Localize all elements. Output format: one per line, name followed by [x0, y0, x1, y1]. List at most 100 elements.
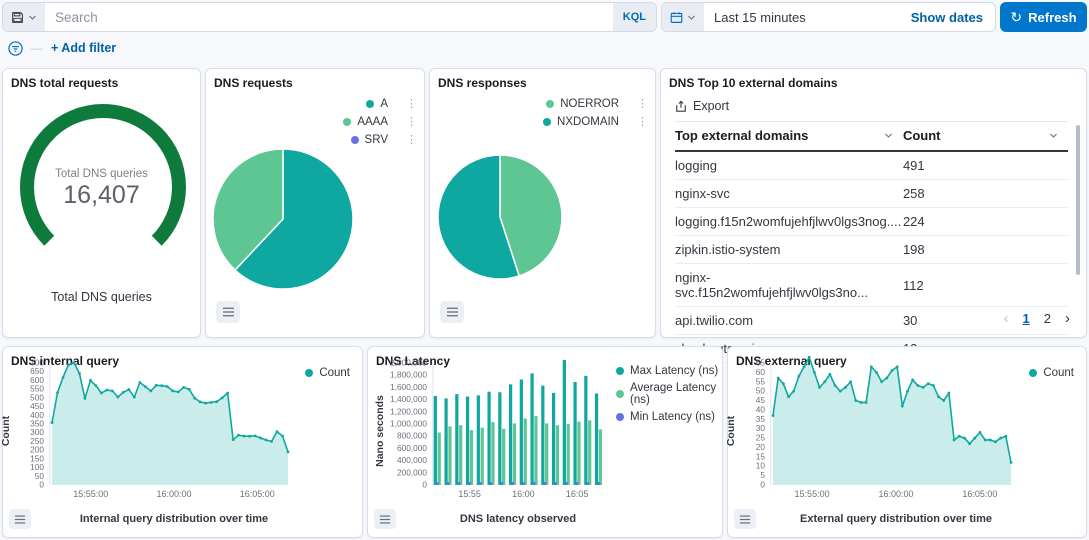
pagination-page-1[interactable]: 1 [1023, 311, 1030, 326]
show-dates-button[interactable]: Show dates [899, 3, 995, 31]
cell-domain[interactable]: api.twilio.com [675, 307, 903, 335]
svg-text:50: 50 [756, 386, 766, 396]
svg-text:300: 300 [30, 427, 44, 437]
svg-text:45: 45 [756, 395, 766, 405]
cell-domain[interactable]: logging.f15n2womfujehfjlwv0lgs3nog.... [675, 208, 903, 236]
table-scrollbar[interactable] [1076, 125, 1080, 275]
svg-text:60: 60 [756, 367, 766, 377]
refresh-button[interactable]: ↻ Refresh [1000, 2, 1087, 32]
panel-dns-total-requests: DNS total requests Total DNS queries 16,… [2, 68, 201, 338]
svg-text:55: 55 [756, 376, 766, 386]
gauge-bottom-label: Total DNS queries [3, 290, 200, 304]
cell-count[interactable]: 198 [903, 236, 1068, 264]
panel-dns-external-query: DNS external query Count Count 051015202… [727, 346, 1087, 538]
chevron-down-icon [687, 13, 696, 22]
cell-domain[interactable]: nginx-svc.f15n2womfujehfjlwv0lgs3no... [675, 264, 903, 307]
legend-toggle-button[interactable] [734, 509, 756, 529]
svg-text:400,000: 400,000 [397, 455, 427, 465]
svg-text:600: 600 [30, 375, 44, 385]
legend-toggle-button[interactable] [374, 509, 396, 529]
svg-text:16:05: 16:05 [566, 489, 589, 499]
kql-button[interactable]: KQL [613, 3, 656, 31]
panel-dns-responses: DNS responses NOERROR⋮NXDOMAIN⋮ [429, 68, 656, 338]
area-chart[interactable]: 0510152025303540455055606515:55:0016:00:… [728, 347, 1088, 509]
panel-dns-requests: DNS requests A⋮AAAA⋮SRV⋮ [205, 68, 425, 338]
svg-text:700: 700 [30, 358, 44, 368]
svg-text:15:55:00: 15:55:00 [73, 489, 108, 499]
pie-chart[interactable] [430, 69, 657, 339]
legend-toggle-button[interactable] [440, 301, 464, 323]
x-axis-title: External query distribution over time [770, 513, 1022, 525]
list-icon [222, 306, 235, 318]
list-icon [14, 514, 26, 525]
svg-text:10: 10 [756, 461, 766, 471]
svg-text:65: 65 [756, 358, 766, 368]
svg-text:0: 0 [39, 480, 44, 490]
svg-text:2,000,000: 2,000,000 [390, 358, 427, 368]
export-button[interactable]: Export [675, 99, 729, 113]
date-picker: Last 15 minutes Show dates [661, 2, 996, 32]
pie-chart[interactable] [206, 69, 426, 339]
table-row[interactable]: nginx-svc.f15n2womfujehfjlwv0lgs3no...11… [675, 264, 1068, 307]
svg-text:35: 35 [756, 414, 766, 424]
svg-text:15: 15 [756, 451, 766, 461]
svg-text:0: 0 [422, 480, 427, 490]
svg-text:1,600,000: 1,600,000 [390, 382, 427, 392]
list-icon [739, 514, 751, 525]
panel-dns-internal-query: DNS internal query Count Count 050100150… [2, 346, 363, 538]
add-filter-button[interactable]: + Add filter [51, 41, 116, 55]
svg-text:20: 20 [756, 442, 766, 452]
pagination-next-icon[interactable]: › [1065, 310, 1070, 327]
save-icon [11, 11, 24, 24]
table-row[interactable]: logging491 [675, 151, 1068, 180]
table-row[interactable]: logging.f15n2womfujehfjlwv0lgs3nog....22… [675, 208, 1068, 236]
svg-text:200: 200 [30, 445, 44, 455]
filter-bar: — + Add filter [8, 39, 116, 57]
time-range-value[interactable]: Last 15 minutes [704, 3, 899, 31]
export-icon [675, 100, 687, 113]
table-pagination: ‹ 12 › [1004, 310, 1070, 327]
calendar-menu[interactable] [662, 3, 704, 31]
filter-icon [8, 41, 23, 56]
table-row[interactable]: nginx-svc258 [675, 180, 1068, 208]
table-row[interactable]: zipkin.istio-system198 [675, 236, 1068, 264]
svg-text:25: 25 [756, 433, 766, 443]
gauge-value: 16,407 [3, 181, 200, 210]
svg-text:0: 0 [760, 480, 765, 490]
svg-text:650: 650 [30, 366, 44, 376]
legend-toggle-button[interactable] [216, 301, 240, 323]
svg-text:1,000,000: 1,000,000 [390, 419, 427, 429]
cell-domain[interactable]: zipkin.istio-system [675, 236, 903, 264]
pagination-page-2[interactable]: 2 [1044, 311, 1051, 326]
svg-text:16:00: 16:00 [512, 489, 535, 499]
x-axis-title: DNS latency observed [432, 513, 604, 525]
cell-count[interactable]: 491 [903, 151, 1068, 180]
cell-count[interactable]: 224 [903, 208, 1068, 236]
x-axis-title: Internal query distribution over time [49, 513, 299, 525]
svg-text:40: 40 [756, 404, 766, 414]
search-input[interactable] [45, 3, 613, 31]
bar-chart[interactable]: 0200,000400,000600,000800,0001,000,0001,… [368, 347, 724, 509]
gauge-center-label: Total DNS queries [3, 168, 200, 180]
svg-text:1,400,000: 1,400,000 [390, 394, 427, 404]
cell-domain[interactable]: nginx-svc [675, 180, 903, 208]
column-header-count[interactable]: Count [903, 122, 1068, 152]
saved-query-menu[interactable] [3, 3, 45, 31]
panel-title[interactable]: DNS Top 10 external domains [669, 76, 838, 90]
list-icon [446, 306, 459, 318]
panel-top-external-domains: DNS Top 10 external domains Export Top e… [660, 68, 1087, 338]
svg-text:16:00:00: 16:00:00 [878, 489, 913, 499]
legend-toggle-button[interactable] [9, 509, 31, 529]
column-header-domains[interactable]: Top external domains [675, 122, 903, 152]
pagination-prev-icon[interactable]: ‹ [1004, 310, 1009, 327]
query-bar: KQL [2, 2, 657, 32]
svg-text:15:55:00: 15:55:00 [795, 489, 830, 499]
svg-text:800,000: 800,000 [397, 431, 427, 441]
cell-count[interactable]: 112 [903, 264, 1068, 307]
cell-count[interactable]: 258 [903, 180, 1068, 208]
svg-text:550: 550 [30, 384, 44, 394]
cell-domain[interactable]: logging [675, 151, 903, 180]
calendar-icon [670, 11, 683, 24]
area-chart[interactable]: 0501001502002503003504004505005506006507… [3, 347, 364, 509]
svg-text:5: 5 [760, 470, 765, 480]
